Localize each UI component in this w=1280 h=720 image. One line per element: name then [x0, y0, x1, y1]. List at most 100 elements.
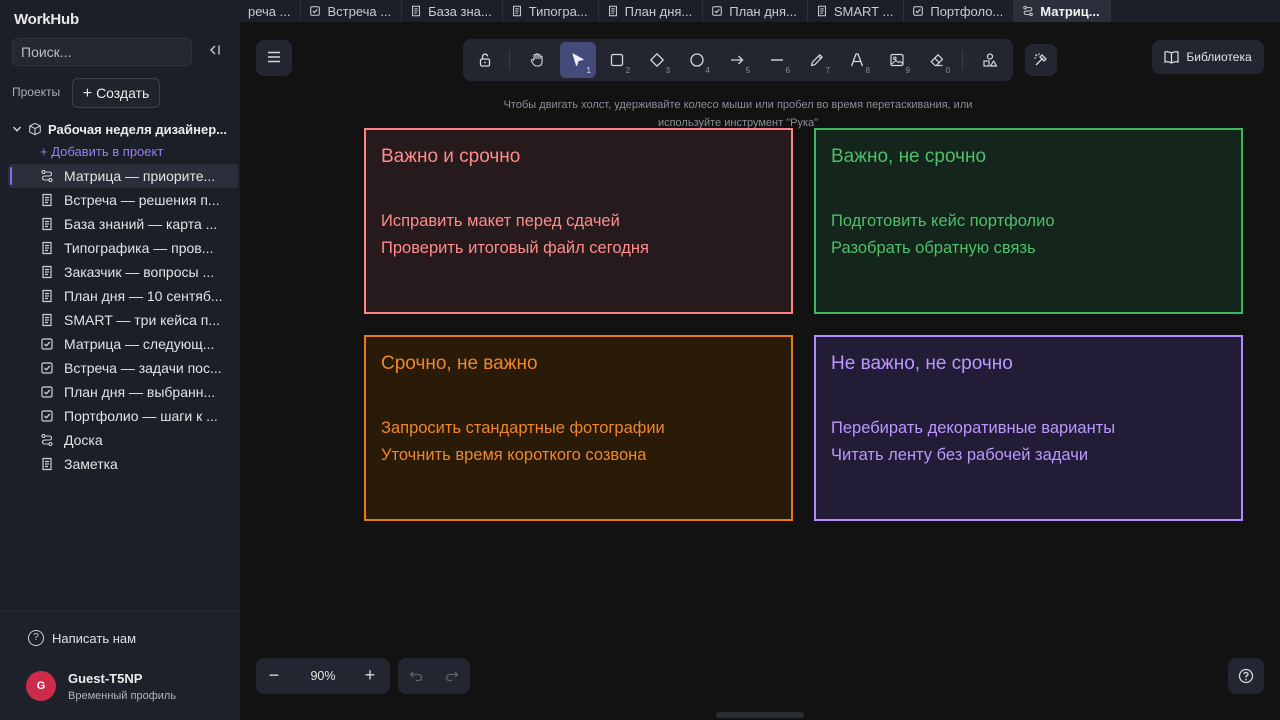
select-tool[interactable]: 1	[560, 42, 596, 78]
editor-tab[interactable]: План дня...	[599, 0, 704, 22]
editor-tab[interactable]: Типогра...	[503, 0, 599, 22]
quadrant-title: Срочно, не важно	[381, 353, 538, 374]
editor-tab[interactable]: База зна...	[402, 0, 503, 22]
document-icon	[42, 289, 52, 303]
sidebar-item[interactable]: Заметка	[8, 452, 238, 476]
avatar[interactable]: G	[26, 671, 56, 701]
sidebar-item[interactable]: План дня — выбранн...	[8, 380, 238, 404]
quadrant-not-important-not-urgent[interactable]: Не важно, не срочно Перебирать декоратив…	[814, 335, 1243, 521]
editor-tab[interactable]: План дня...	[703, 0, 808, 22]
quadrant-item: Запросить стандартные фотографии	[381, 419, 665, 437]
editor-tab[interactable]: Портфоло...	[904, 0, 1015, 22]
sidebar-item[interactable]: Типографика — пров...	[8, 236, 238, 260]
sidebar-item-label: Портфолио — шаги к ...	[64, 408, 218, 424]
sidebar-item[interactable]: SMART — три кейса п...	[8, 308, 238, 332]
main-menu-button[interactable]	[256, 40, 292, 76]
sidebar-item[interactable]: Доска	[8, 428, 238, 452]
image-tool[interactable]: 9	[879, 42, 915, 78]
document-icon	[817, 5, 826, 17]
contact-us-link[interactable]: ? Написать нам	[28, 630, 136, 646]
create-button[interactable]: + Создать	[72, 78, 160, 108]
eraser-tool[interactable]: 0	[919, 42, 955, 78]
app-logo: WorkHub	[14, 11, 79, 28]
collapse-sidebar-button[interactable]	[204, 42, 226, 62]
line-tool[interactable]: 6	[759, 42, 795, 78]
rectangle-tool[interactable]: 2	[599, 42, 635, 78]
sidebar-item[interactable]: Матрица — следующ...	[8, 332, 238, 356]
checklist-icon	[41, 410, 53, 422]
sidebar-item[interactable]: Встреча — задачи пос...	[8, 356, 238, 380]
quadrant-item: Проверить итоговый файл сегодня	[381, 239, 649, 257]
pencil-tool[interactable]: 7	[799, 42, 835, 78]
diamond-tool[interactable]: 3	[639, 42, 675, 78]
text-tool[interactable]: 8	[839, 42, 875, 78]
project-tree-root[interactable]: Рабочая неделя дизайнер...	[12, 119, 240, 139]
editor-tab[interactable]: SMART ...	[808, 0, 905, 22]
undo-button[interactable]	[398, 658, 434, 694]
sidebar-item[interactable]: План дня — 10 сентяб...	[8, 284, 238, 308]
tab-bar: реча ... Встреча ... База зна... Типогра...…	[240, 0, 1280, 22]
hand-tool[interactable]	[519, 42, 555, 78]
zoom-level[interactable]: 90%	[296, 658, 350, 694]
quadrant-title: Важно, не срочно	[831, 146, 987, 167]
canvas-scroll-handle[interactable]	[716, 712, 804, 718]
create-button-label: Создать	[96, 85, 150, 101]
sidebar-item-label: Заметка	[64, 456, 118, 472]
whiteboard-canvas[interactable]: 1 2 3 4 5 6 7 8 9 0 Библиотека Чтобы двигать холс…	[240, 22, 1280, 720]
document-icon	[42, 457, 52, 471]
add-to-project-link[interactable]: + Добавить в проект	[40, 144, 163, 159]
sidebar-item-label: Встреча — задачи пос...	[64, 360, 222, 376]
text-icon	[850, 53, 864, 67]
search-input[interactable]	[12, 38, 192, 66]
sidebar-item[interactable]: Портфолио — шаги к ...	[8, 404, 238, 428]
sidebar-item-label: Встреча — решения п...	[64, 192, 220, 208]
lock-tool[interactable]	[467, 42, 503, 78]
shapes-tool[interactable]	[972, 42, 1008, 78]
checklist-icon	[310, 6, 321, 16]
zoom-in-button[interactable]: +	[352, 658, 388, 694]
tool-shortcut-key: 3	[665, 66, 670, 75]
redo-button[interactable]	[434, 658, 470, 694]
toolbar-separator	[962, 50, 963, 70]
ellipse-tool[interactable]: 4	[679, 42, 715, 78]
document-icon	[608, 5, 617, 17]
pencil-icon	[810, 54, 823, 67]
zoom-out-button[interactable]: −	[256, 658, 292, 694]
checklist-icon	[712, 6, 723, 16]
help-circle-icon	[1238, 668, 1254, 684]
quadrant-item: Исправить макет перед сдачей	[381, 212, 620, 230]
cube-icon	[29, 122, 41, 136]
sidebar-item[interactable]: База знаний — карта ...	[8, 212, 238, 236]
tool-shortcut-key: 6	[785, 66, 790, 75]
quadrant-item: Перебирать декоративные варианты	[831, 419, 1116, 437]
arrow-tool[interactable]: 5	[719, 42, 755, 78]
tool-shortcut-key: 4	[705, 66, 710, 75]
editor-tab[interactable]: Встреча ...	[301, 0, 403, 22]
editor-tab[interactable]: Матриц...	[1014, 0, 1111, 22]
sidebar-footer: ? Написать нам G Guest-T5NP Временный пр…	[0, 610, 240, 720]
select-icon	[572, 53, 584, 66]
hamburger-menu-icon	[268, 51, 280, 63]
quadrant-urgent-not-important[interactable]: Срочно, не важно Запросить стандартные ф…	[364, 335, 793, 521]
sidebar-item[interactable]: Матрица — приорите...	[8, 164, 238, 188]
tool-shortcut-key: 0	[945, 66, 950, 75]
document-icon	[412, 5, 421, 17]
library-button[interactable]: Библиотека	[1152, 40, 1264, 74]
sidebar-item-label: План дня — 10 сентяб...	[64, 288, 223, 304]
projects-label: Проекты	[12, 85, 61, 99]
sidebar-item[interactable]: Заказчик — вопросы ...	[8, 260, 238, 284]
quadrant-important-not-urgent[interactable]: Важно, не срочно Подготовить кейс портфо…	[814, 128, 1243, 314]
tool-shortcut-key: 9	[905, 66, 910, 75]
tab-label: База зна...	[428, 3, 492, 19]
help-button[interactable]	[1228, 658, 1264, 694]
sidebar-item[interactable]: Встреча — решения п...	[8, 188, 238, 212]
contact-us-label: Написать нам	[52, 630, 137, 646]
laser-pointer-button[interactable]	[1025, 44, 1057, 76]
quadrant-important-urgent[interactable]: Важно и срочно Исправить макет перед сда…	[364, 128, 793, 314]
toolbar-separator	[509, 50, 510, 70]
editor-tab[interactable]: реча ...	[240, 0, 302, 22]
ellipse-icon	[690, 53, 704, 67]
tab-label: Встреча ...	[327, 3, 392, 19]
help-circle-icon: ?	[28, 630, 44, 646]
tab-label: реча ...	[248, 3, 291, 19]
